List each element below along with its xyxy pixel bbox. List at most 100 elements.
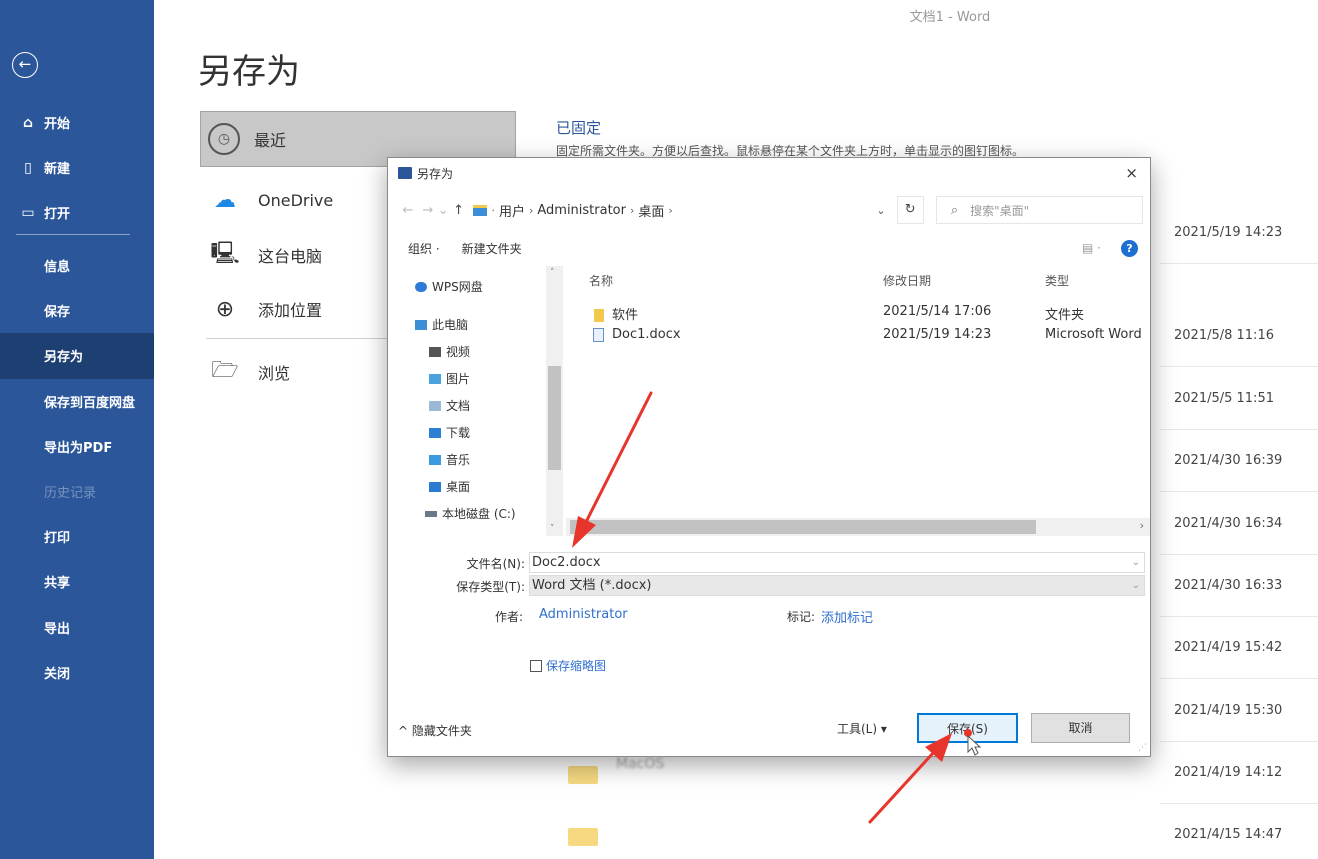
recent-folder-name[interactable]: MacOS bbox=[616, 756, 664, 772]
sidebar-item-info[interactable]: 信息 bbox=[0, 243, 154, 288]
nav-item-this-pc[interactable]: 此电脑 bbox=[415, 316, 468, 333]
folder-icon bbox=[473, 204, 488, 216]
sidebar-item-export[interactable]: 导出 bbox=[0, 605, 154, 650]
location-label: 添加位置 bbox=[258, 301, 323, 320]
folder-icon bbox=[594, 309, 604, 322]
nav-item-video[interactable]: 视频 bbox=[429, 343, 470, 360]
breadcrumb-item[interactable]: Administrator bbox=[537, 203, 626, 218]
home-icon: ⌂ bbox=[22, 114, 34, 131]
sidebar-item-save[interactable]: 保存 bbox=[0, 288, 154, 333]
refresh-icon[interactable]: ↻ bbox=[896, 196, 924, 224]
file-type: Microsoft Word bbox=[1045, 327, 1142, 342]
nav-scrollbar[interactable]: ˄ ˅ bbox=[546, 266, 563, 536]
sidebar-item-print[interactable]: 打印 bbox=[0, 514, 154, 559]
nav-label: 下载 bbox=[446, 426, 471, 440]
filetype-select[interactable]: Word 文档 (*.docx) ⌄ bbox=[529, 575, 1145, 596]
file-row[interactable]: 软件 2021/5/14 17:06 文件夹 bbox=[588, 304, 1148, 326]
search-input[interactable]: ⌕ 搜索"桌面" bbox=[935, 196, 1144, 224]
column-name[interactable]: 名称 bbox=[589, 272, 613, 289]
nav-item-pictures[interactable]: 图片 bbox=[429, 370, 470, 387]
nav-label: 本地磁盘 (C:) bbox=[442, 507, 516, 521]
recent-date[interactable]: 2021/4/30 16:34 bbox=[1160, 493, 1318, 555]
nav-item-documents[interactable]: 文档 bbox=[429, 397, 470, 414]
cancel-button[interactable]: 取消 bbox=[1031, 713, 1130, 743]
scroll-right-icon[interactable]: › bbox=[1140, 519, 1144, 532]
recent-date[interactable]: 2021/4/19 14:12 bbox=[1160, 742, 1318, 804]
cloud-icon: ☁ bbox=[214, 187, 236, 213]
nav-item-wps[interactable]: WPS网盘 bbox=[415, 278, 483, 295]
recent-date[interactable]: 2021/4/15 14:47 bbox=[1160, 804, 1318, 859]
organize-button[interactable]: 组织 · bbox=[408, 240, 440, 257]
chevron-icon: · bbox=[491, 203, 495, 217]
file-row[interactable]: Doc1.docx 2021/5/19 14:23 Microsoft Word bbox=[588, 327, 1148, 349]
scrollbar-thumb[interactable] bbox=[570, 520, 1036, 534]
breadcrumb-item[interactable]: 用户 bbox=[499, 201, 525, 220]
file-date: 2021/5/19 14:23 bbox=[883, 327, 992, 342]
back-icon[interactable]: ← bbox=[398, 203, 418, 218]
view-options-icon[interactable]: ▤ · bbox=[1082, 241, 1101, 255]
tools-menu[interactable]: 工具(L) ▾ bbox=[837, 720, 887, 737]
dialog-title: 另存为 bbox=[417, 166, 454, 181]
recent-date[interactable]: 2021/4/30 16:39 bbox=[1160, 430, 1318, 492]
location-label: 浏览 bbox=[258, 364, 291, 383]
author-field[interactable]: Administrator bbox=[539, 607, 628, 622]
dialog-titlebar[interactable]: 另存为 × bbox=[388, 158, 1150, 188]
recent-locations-icon[interactable]: ⌄ bbox=[438, 203, 449, 218]
scroll-up-icon[interactable]: ˄ bbox=[550, 268, 555, 278]
forward-icon[interactable]: → bbox=[418, 203, 438, 218]
horizontal-scrollbar[interactable]: › bbox=[566, 518, 1150, 536]
back-arrow-icon[interactable]: ← bbox=[12, 52, 38, 78]
breadcrumb[interactable]: · 用户 › Administrator › 桌面 › ⌄ bbox=[472, 196, 895, 224]
chevron-down-icon[interactable]: ⌄ bbox=[1132, 553, 1140, 572]
column-date[interactable]: 修改日期 bbox=[883, 272, 931, 289]
sidebar-divider bbox=[16, 234, 130, 235]
location-label: 这台电脑 bbox=[258, 247, 323, 266]
wps-cloud-icon bbox=[415, 281, 427, 292]
up-arrow-icon[interactable]: ↑ bbox=[449, 203, 469, 218]
filename-input[interactable]: Doc2.docx ⌄ bbox=[529, 552, 1145, 573]
chevron-down-icon[interactable]: ⌄ bbox=[876, 204, 885, 217]
new-folder-button[interactable]: 新建文件夹 bbox=[462, 240, 522, 257]
recent-date[interactable]: 2021/4/30 16:33 bbox=[1160, 555, 1318, 617]
chevron-right-icon: › bbox=[528, 203, 534, 217]
recent-date[interactable]: 2021/4/19 15:30 bbox=[1160, 680, 1318, 742]
thumbnail-checkbox[interactable] bbox=[530, 660, 542, 672]
chevron-right-icon: › bbox=[668, 203, 673, 217]
sidebar-item-close[interactable]: 关闭 bbox=[0, 650, 154, 695]
navigation-pane: WPS网盘 此电脑 视频 图片 文档 下载 音乐 桌面 本地磁盘 (C:) bbox=[389, 266, 564, 536]
recent-date[interactable]: 2021/4/19 15:42 bbox=[1160, 617, 1318, 679]
save-button[interactable]: 保存(S) bbox=[917, 713, 1018, 743]
nav-label: 图片 bbox=[446, 372, 471, 386]
nav-item-desktop[interactable]: 桌面 bbox=[429, 478, 470, 495]
disk-icon bbox=[425, 510, 437, 517]
column-type[interactable]: 类型 bbox=[1045, 272, 1069, 289]
resize-grip-icon[interactable]: ⋰ bbox=[1138, 743, 1147, 753]
nav-item-music[interactable]: 音乐 bbox=[429, 451, 470, 468]
sidebar-item-history: 历史记录 bbox=[44, 486, 97, 502]
hide-folders-toggle[interactable]: ^ 隐藏文件夹 bbox=[398, 722, 472, 739]
breadcrumb-item[interactable]: 桌面 bbox=[638, 201, 664, 220]
recent-date[interactable]: 2021/5/19 14:23 bbox=[1160, 202, 1318, 264]
sidebar-item-home[interactable]: ⌂ 开始 bbox=[0, 100, 154, 145]
nav-item-local-disk[interactable]: 本地磁盘 (C:) bbox=[425, 505, 516, 522]
recent-date[interactable]: 2021/5/5 11:51 bbox=[1160, 368, 1318, 430]
sidebar-item-save-baidu[interactable]: 保存到百度网盘 bbox=[0, 379, 154, 424]
recent-date[interactable]: 2021/5/8 11:16 bbox=[1160, 305, 1318, 367]
scrollbar-thumb[interactable] bbox=[548, 366, 561, 470]
thumbnail-label[interactable]: 保存缩略图 bbox=[546, 657, 606, 674]
sidebar-item-new[interactable]: ▯ 新建 bbox=[0, 145, 154, 190]
page-title: 另存为 bbox=[198, 52, 300, 92]
help-icon[interactable]: ? bbox=[1121, 239, 1138, 257]
sidebar-item-save-as[interactable]: 另存为 bbox=[0, 333, 154, 379]
sidebar-item-open[interactable]: ▭ 打开 bbox=[0, 190, 154, 235]
scroll-down-icon[interactable]: ˅ bbox=[550, 524, 555, 534]
nav-item-downloads[interactable]: 下载 bbox=[429, 424, 470, 441]
close-icon[interactable]: × bbox=[1125, 164, 1138, 182]
filename-label: 文件名(N): bbox=[466, 557, 525, 571]
file-list-header: 名称 修改日期 类型 bbox=[588, 272, 1148, 292]
chevron-down-icon[interactable]: ⌄ bbox=[1132, 576, 1140, 595]
sidebar-item-share[interactable]: 共享 bbox=[0, 559, 154, 604]
filetype-value: Word 文档 (*.docx) bbox=[532, 578, 652, 593]
sidebar-item-export-pdf[interactable]: 导出为PDF bbox=[0, 424, 154, 469]
tags-field[interactable]: 添加标记 bbox=[821, 607, 873, 626]
